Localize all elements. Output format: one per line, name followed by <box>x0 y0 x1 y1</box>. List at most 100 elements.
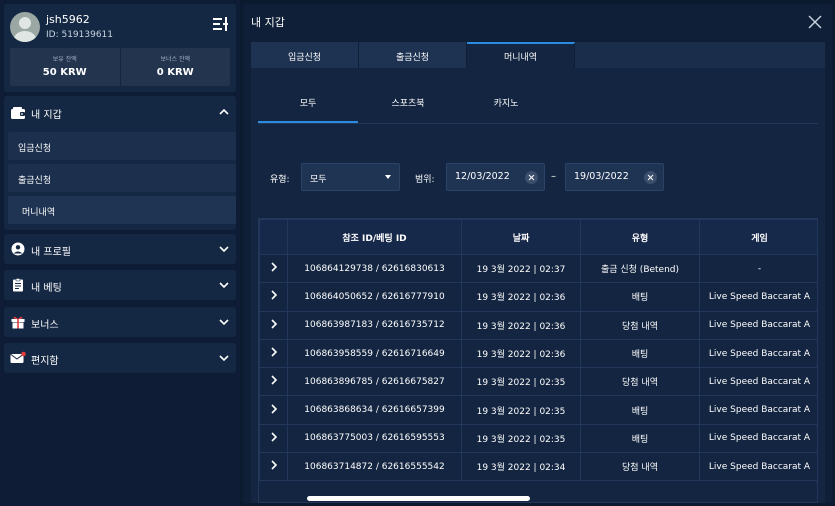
gift-icon <box>11 316 25 329</box>
chevron-right-icon[interactable] <box>270 347 278 357</box>
user-id: ID: 519139611 <box>46 30 114 40</box>
row-expand[interactable] <box>259 367 288 397</box>
type-select[interactable]: 모두 <box>301 163 400 191</box>
date-range-separator: – <box>551 171 556 182</box>
subtab-all[interactable]: 모두 <box>258 96 358 109</box>
ref-id-cell: 106864129738 / 62616830613 <box>287 253 462 284</box>
ref-id-cell: 106863714872 / 62616555542 <box>287 452 462 482</box>
table-row[interactable]: 106863775003 / 62616595553 19 3월 2022 | 0… <box>259 423 817 454</box>
table-row[interactable]: 106863987183 / 62616735712 19 3월 2022 | 0… <box>259 310 817 340</box>
type-cell: 배팅 <box>580 338 700 369</box>
transactions-table-wrapper[interactable]: 참조 ID/베팅 ID 날짜 유형 게임 106864129738 / 6261… <box>258 218 818 503</box>
subtab-casino[interactable]: 카지노 <box>456 96 556 109</box>
money-history-content: 모두 스포츠북 카지노 유형: 모두 범위: 12/03/2022 – 19/0… <box>251 68 825 503</box>
row-expand[interactable] <box>259 395 288 425</box>
profile-card: jsh5962 ID: 519139611 보유 잔액 50 KRW 보너스 잔… <box>4 4 236 92</box>
wallet-header[interactable]: 내 지갑 <box>4 96 236 130</box>
ref-id-cell: 106864050652 / 62616777910 <box>287 282 462 312</box>
ref-id-cell: 106863987183 / 62616735712 <box>287 310 462 340</box>
game-cell: Live Speed Baccarat A <box>699 423 817 454</box>
game-cell: Live Speed Baccarat A <box>699 338 817 369</box>
ref-id-cell: 106863868634 / 62616657399 <box>287 395 462 425</box>
date-cell: 19 3월 2022 | 02:35 <box>461 367 581 397</box>
row-expand[interactable] <box>259 338 288 369</box>
mail-icon <box>10 351 26 363</box>
avatar[interactable] <box>10 12 40 42</box>
wallet-section: 내 지갑 입금신청 출금신청 머니내역 <box>4 96 236 230</box>
sidebar-item-bonus[interactable]: 보너스 <box>4 307 236 337</box>
row-expand[interactable] <box>259 253 288 284</box>
top-tab-bar: 입금신청 출금신청 머니내역 <box>251 42 825 68</box>
caret-down-icon <box>385 175 391 179</box>
table-row[interactable]: 106863868634 / 62616657399 19 3월 2022 | 0… <box>259 395 817 425</box>
ref-id-cell: 106863896785 / 62616675827 <box>287 367 462 397</box>
date-from-field[interactable]: 12/03/2022 <box>446 163 545 191</box>
sidebar-item-deposit[interactable]: 입금신청 <box>8 132 236 160</box>
tab-deposit[interactable]: 입금신청 <box>251 42 359 68</box>
date-cell: 19 3월 2022 | 02:36 <box>461 282 581 312</box>
table-row[interactable]: 106863958559 / 62616716649 19 3월 2022 | 0… <box>259 338 817 369</box>
header-date: 날짜 <box>461 219 581 255</box>
sidebar-item-inbox[interactable]: 편지함 <box>4 343 236 373</box>
sidebar-item-profile[interactable]: 내 프로필 <box>4 234 236 264</box>
date-cell: 19 3월 2022 | 02:36 <box>461 310 581 340</box>
wallet-label: 내 지갑 <box>31 110 62 121</box>
row-expand[interactable] <box>259 310 288 340</box>
game-cell: Live Speed Baccarat A <box>699 395 817 425</box>
sidebar-item-label: 편지함 <box>31 356 59 367</box>
row-expand[interactable] <box>259 423 288 454</box>
active-subtab-indicator <box>258 121 358 123</box>
close-icon[interactable] <box>807 14 823 30</box>
date-cell: 19 3월 2022 | 02:37 <box>461 253 581 284</box>
chevron-right-icon[interactable] <box>270 319 278 329</box>
row-expand[interactable] <box>259 282 288 312</box>
ref-id-cell: 106863958559 / 62616716649 <box>287 338 462 369</box>
bonus-balance-value: 0 KRW <box>156 67 194 78</box>
type-cell: 당첨 내역 <box>580 452 700 482</box>
sidebar-item-label: 내 프로필 <box>31 247 71 258</box>
chevron-right-icon[interactable] <box>270 432 278 442</box>
table-row[interactable]: 106864050652 / 62616777910 19 3월 2022 | 0… <box>259 282 817 312</box>
table-row[interactable]: 106863896785 / 62616675827 19 3월 2022 | 0… <box>259 367 817 397</box>
sidebar-item-bets[interactable]: 내 베팅 <box>4 270 236 300</box>
chevron-right-icon[interactable] <box>270 375 278 385</box>
chevron-right-icon[interactable] <box>270 404 278 414</box>
subtab-sportsbook[interactable]: 스포츠북 <box>358 96 458 109</box>
menu-toggle-icon[interactable] <box>212 16 230 32</box>
sidebar-item-money-history[interactable]: 머니내역 <box>8 196 236 224</box>
clear-icon[interactable] <box>525 171 538 184</box>
wallet-panel: 내 지갑 입금신청 출금신청 머니내역 모두 스포츠북 카지노 유형: 모두 범… <box>243 4 832 503</box>
game-cell: Live Speed Baccarat A <box>699 310 817 340</box>
type-cell: 배팅 <box>580 282 700 312</box>
tab-withdraw[interactable]: 출금신청 <box>359 42 467 68</box>
type-select-value: 모두 <box>310 175 327 185</box>
date-to-field[interactable]: 19/03/2022 <box>565 163 664 191</box>
balance-label: 보유 잔액 <box>52 56 77 63</box>
table-row[interactable]: 106864129738 / 62616830613 19 3월 2022 | 0… <box>259 253 817 284</box>
sidebar-item-withdraw[interactable]: 출금신청 <box>8 164 236 192</box>
chevron-up-icon[interactable] <box>218 107 230 117</box>
game-cell: Live Speed Baccarat A <box>699 282 817 312</box>
clipboard-icon <box>13 278 23 292</box>
type-cell: 배팅 <box>580 423 700 454</box>
balance-value: 50 KRW <box>42 67 87 78</box>
clear-icon[interactable] <box>644 171 657 184</box>
header-type: 유형 <box>580 219 700 255</box>
tab-money-history[interactable]: 머니내역 <box>467 42 575 68</box>
date-cell: 19 3월 2022 | 02:35 <box>461 395 581 425</box>
chevron-right-icon[interactable] <box>270 460 278 470</box>
bonus-balance-label: 보너스 잔액 <box>160 56 190 63</box>
row-expand[interactable] <box>259 452 288 482</box>
table-row[interactable]: 106863714872 / 62616555542 19 3월 2022 | 0… <box>259 452 817 482</box>
type-cell: 출금 신청 (Betend) <box>580 253 700 284</box>
chevron-down-icon <box>219 246 229 253</box>
chevron-down-icon <box>219 282 229 289</box>
game-cell: Live Speed Baccarat A <box>699 452 817 482</box>
bonus-balance: 보너스 잔액 0 KRW <box>119 48 231 86</box>
date-from-value: 12/03/2022 <box>455 171 510 182</box>
chevron-right-icon[interactable] <box>270 262 278 272</box>
chevron-right-icon[interactable] <box>270 290 278 301</box>
home-indicator <box>307 496 530 501</box>
table-header-row: 참조 ID/베팅 ID 날짜 유형 게임 <box>259 219 817 255</box>
chevron-down-icon <box>219 355 229 362</box>
